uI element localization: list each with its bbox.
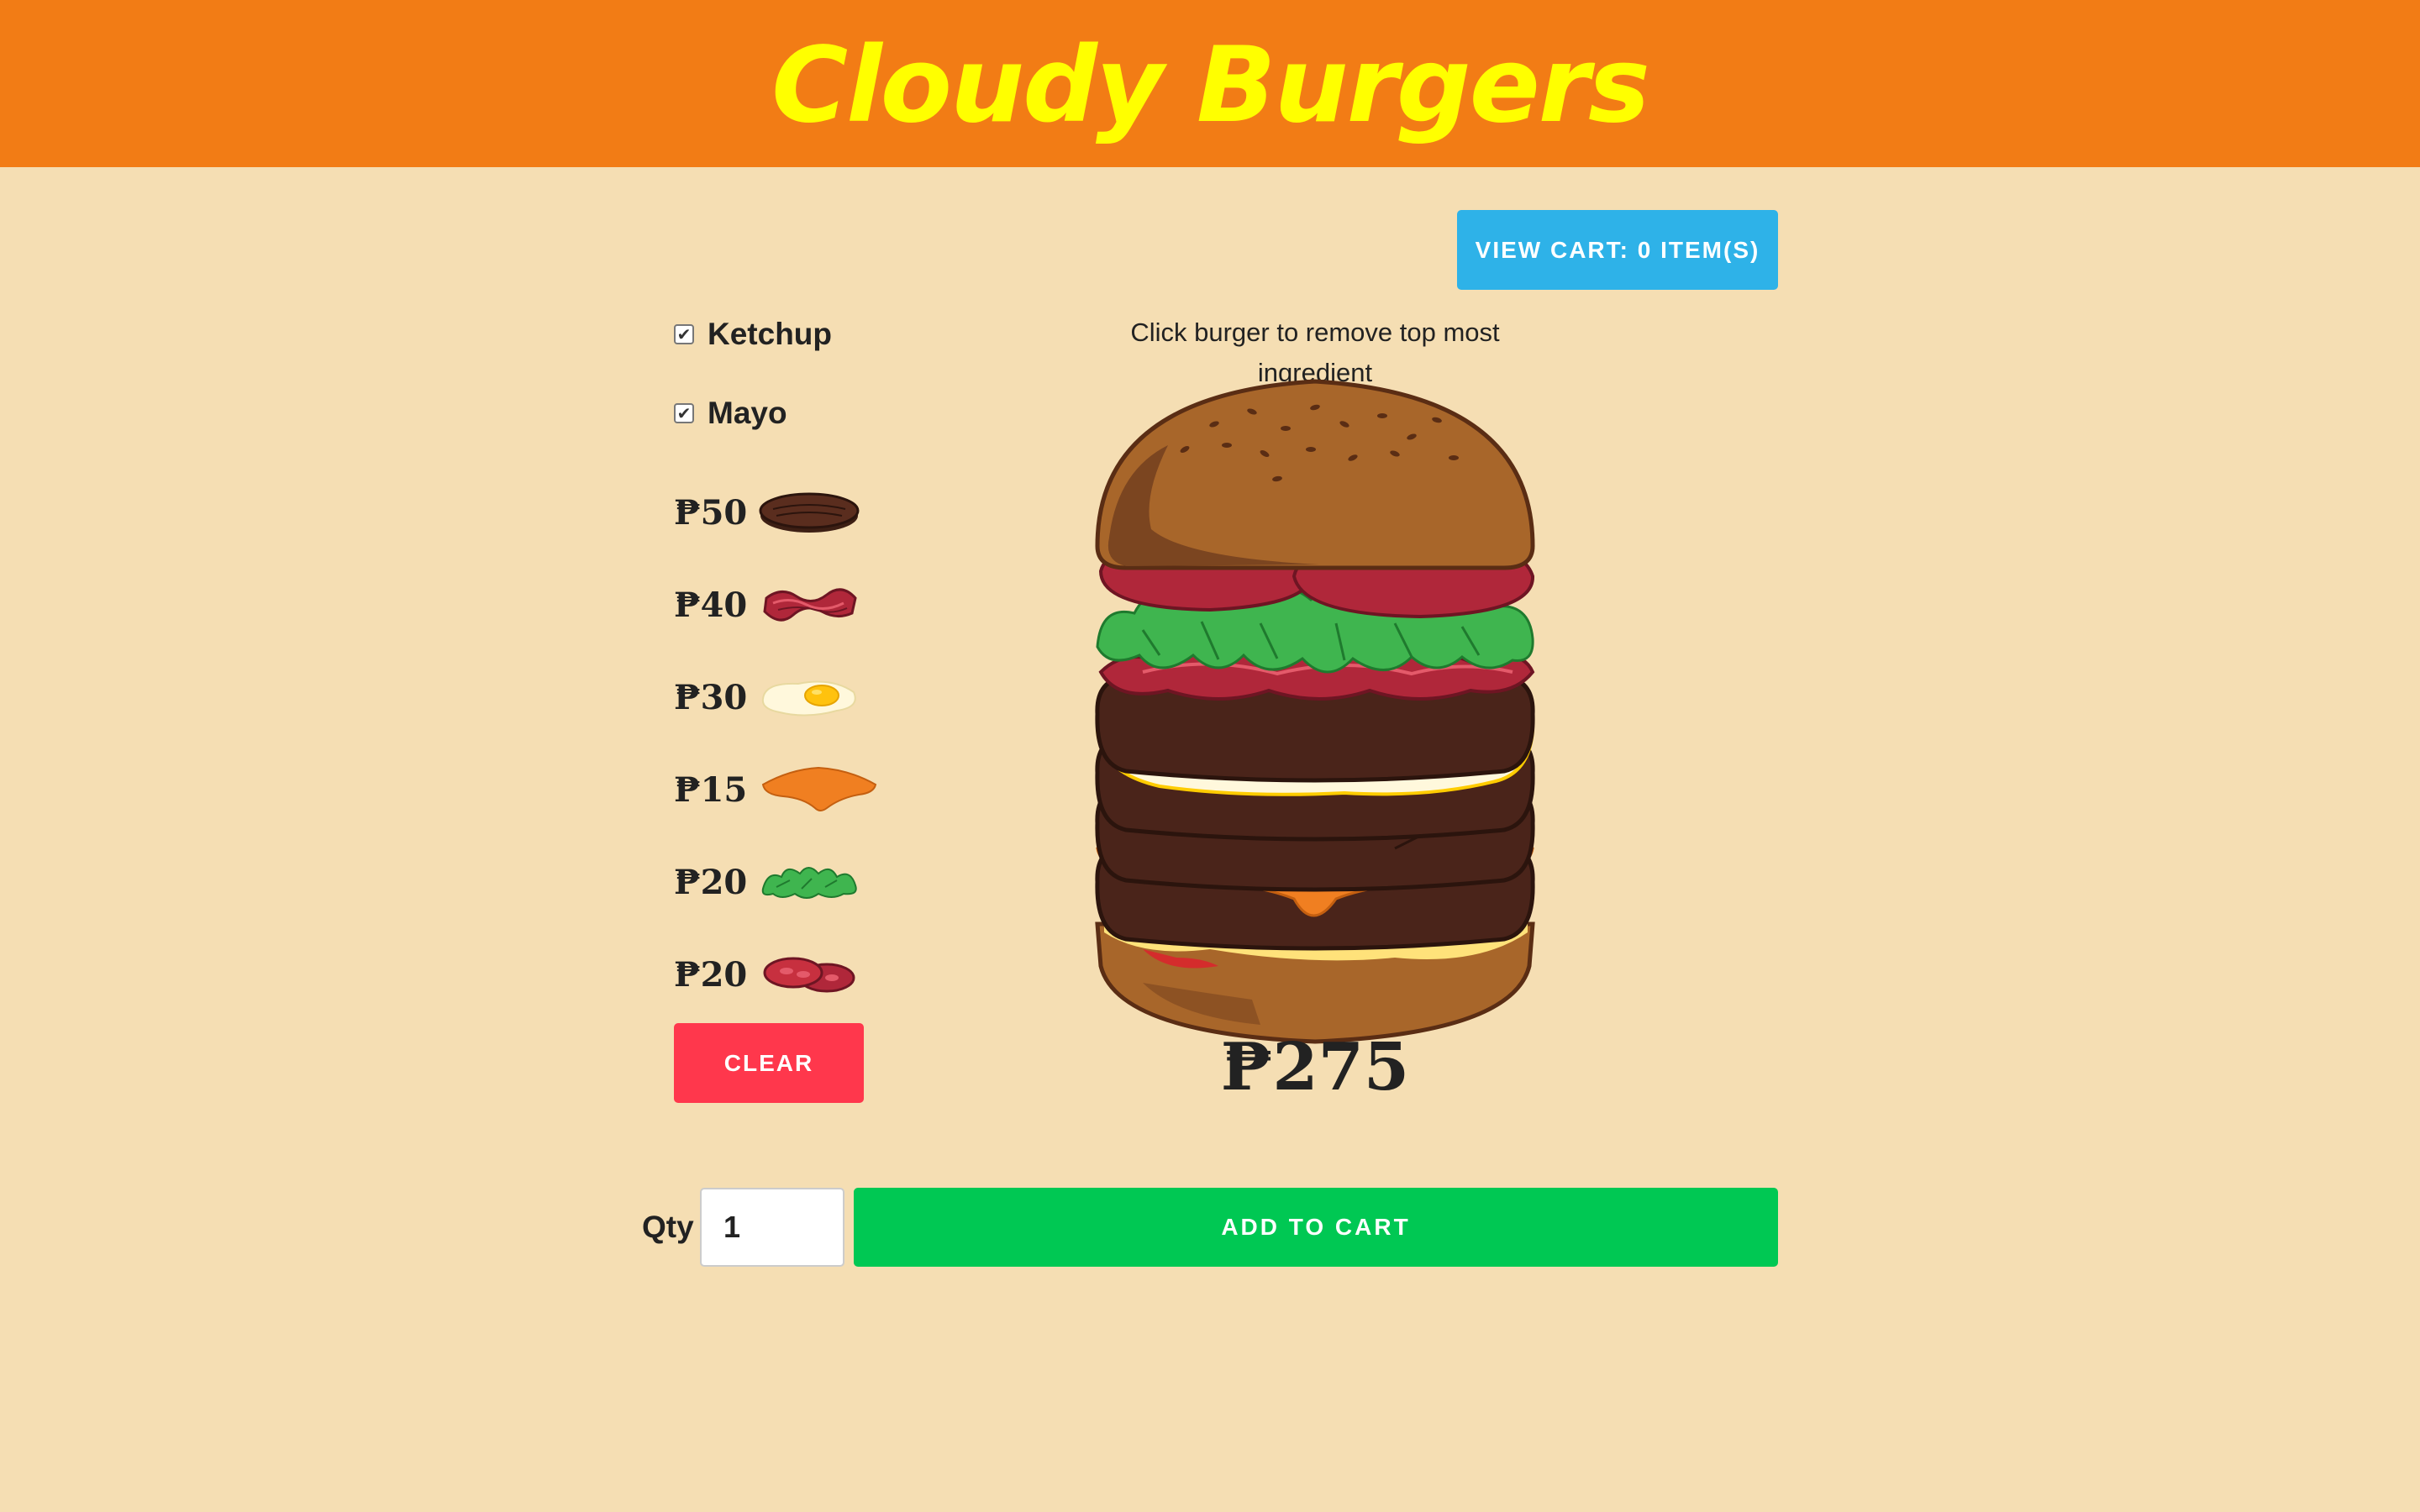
bacon-price: ₱40 xyxy=(674,585,748,625)
patty-price: ₱50 xyxy=(674,492,748,533)
app-title: Cloudy Burgers xyxy=(771,24,1649,146)
ingredient-egg[interactable]: ₱30 xyxy=(674,668,862,727)
ketchup-option[interactable]: ✔ Ketchup xyxy=(674,317,832,352)
bacon-icon[interactable] xyxy=(756,581,862,628)
lettuce-price: ₱20 xyxy=(674,862,748,902)
burger-preview[interactable] xyxy=(1092,378,1538,1050)
ingredient-patty[interactable]: ₱50 xyxy=(674,483,862,542)
cheese-price: ₱15 xyxy=(674,769,748,810)
egg-icon[interactable] xyxy=(756,674,862,721)
patty-icon[interactable] xyxy=(756,489,862,536)
mayo-option[interactable]: ✔ Mayo xyxy=(674,396,787,431)
ketchup-checkbox[interactable]: ✔ xyxy=(674,324,694,344)
ingredient-cheese[interactable]: ₱15 xyxy=(674,760,882,819)
ingredient-tomato[interactable]: ₱20 xyxy=(674,945,862,1004)
tomato-icon[interactable] xyxy=(756,951,862,998)
tomato-price: ₱20 xyxy=(674,954,748,995)
clear-button[interactable]: CLEAR xyxy=(674,1023,864,1103)
qty-input[interactable] xyxy=(700,1188,844,1267)
qty-label: Qty xyxy=(642,1210,694,1244)
mayo-checkbox[interactable]: ✔ xyxy=(674,403,694,423)
header-bar: Cloudy Burgers xyxy=(0,0,2420,167)
egg-price: ₱30 xyxy=(674,677,748,717)
burger-total-price: ₱275 xyxy=(1220,1029,1410,1105)
cheese-icon[interactable] xyxy=(756,764,882,815)
add-to-cart-button[interactable]: ADD TO CART xyxy=(854,1188,1778,1267)
ingredient-bacon[interactable]: ₱40 xyxy=(674,575,862,634)
mayo-label: Mayo xyxy=(708,396,787,430)
ketchup-label: Ketchup xyxy=(708,317,832,351)
ingredient-lettuce[interactable]: ₱20 xyxy=(674,853,862,911)
view-cart-button[interactable]: VIEW CART: 0 ITEM(S) xyxy=(1457,210,1778,290)
lettuce-icon[interactable] xyxy=(756,858,862,906)
